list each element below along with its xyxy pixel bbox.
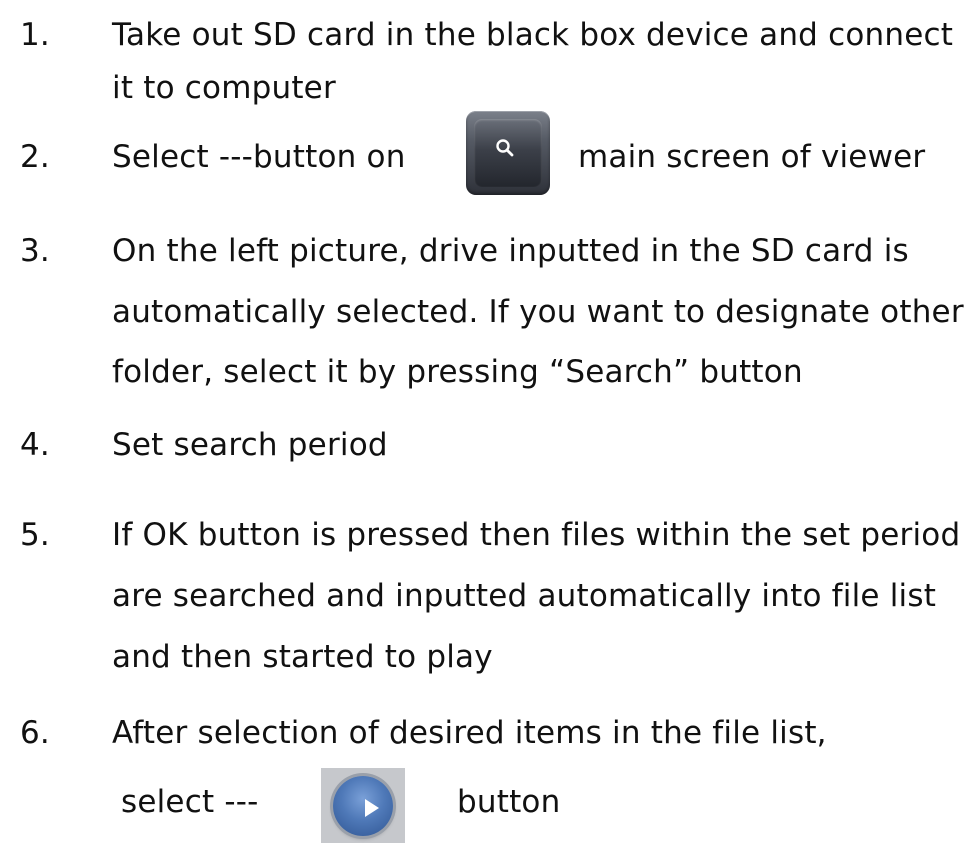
step-4-number: 4.: [20, 427, 50, 463]
step-1-line-2: it to computer: [112, 70, 336, 106]
step-6-line-1: After selection of desired items in the …: [112, 715, 827, 751]
step-3-line-2: automatically selected. If you want to d…: [112, 294, 964, 330]
step-2-line-2: main screen of viewer: [578, 139, 926, 175]
instruction-document: 1. Take out SD card in the black box dev…: [0, 0, 965, 843]
search-icon: [474, 119, 542, 187]
step-5-line-3: and then started to play: [112, 639, 493, 675]
step-2-line-1: Select ---button on: [112, 139, 406, 175]
step-5-line-2: are searched and inputted automatically …: [112, 578, 937, 614]
step-6-line-3: button: [457, 784, 561, 820]
step-1-number: 1.: [20, 17, 50, 53]
step-3-line-3: folder, select it by pressing “Search” b…: [112, 354, 803, 390]
play-icon: [365, 799, 379, 817]
step-6-number: 6.: [20, 715, 50, 751]
search-icon: [496, 139, 514, 157]
play-icon: [333, 776, 393, 836]
step-3-number: 3.: [20, 233, 50, 269]
search-button-image: [466, 111, 550, 195]
step-1-line-1: Take out SD card in the black box device…: [112, 17, 954, 53]
step-3-line-1: On the left picture, drive inputted in t…: [112, 233, 909, 269]
step-6-line-2: select ---: [121, 784, 259, 820]
step-2-number: 2.: [20, 139, 50, 175]
step-5-number: 5.: [20, 517, 50, 553]
step-5-line-1: If OK button is pressed then files withi…: [112, 517, 961, 553]
step-4-line-1: Set search period: [112, 427, 388, 463]
play-button-image: [321, 768, 405, 843]
